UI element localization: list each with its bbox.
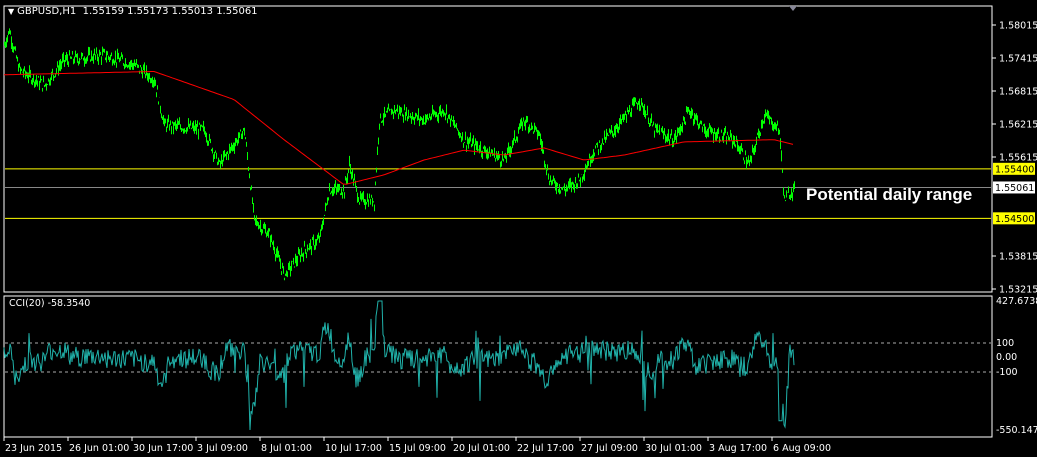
- price-tick-label: 1.56815: [999, 87, 1037, 98]
- chart-title: ▼ GBPUSD,H1 1.55159 1.55173 1.55013 1.550…: [8, 6, 258, 17]
- time-tick-label: 15 Jul 09:00: [389, 443, 446, 454]
- symbol-label: GBPUSD,H1: [17, 6, 77, 17]
- time-tick-label: 30 Jul 01:00: [645, 443, 702, 454]
- cci-label: CCI(20) -58.3540: [9, 298, 90, 309]
- dropdown-arrow-icon[interactable]: ▼: [8, 7, 14, 16]
- ohlc-values: 1.55159 1.55173 1.55013 1.55061: [82, 6, 258, 17]
- time-tick-label: 27 Jul 09:00: [581, 443, 638, 454]
- potential-daily-range-annotation: Potential daily range: [806, 185, 972, 204]
- current-price-label: 1.55061: [995, 183, 1034, 194]
- price-pane[interactable]: [3, 5, 993, 293]
- time-tick-label: 3 Jul 09:00: [197, 443, 248, 454]
- price-level-label: 1.54500: [995, 214, 1034, 225]
- time-tick-label: 3 Aug 17:00: [709, 443, 767, 454]
- price-tick-label: 1.58015: [999, 21, 1037, 32]
- cci-level-100-label: 100: [996, 338, 1014, 349]
- cci-level-0-label: 0.00: [996, 352, 1017, 363]
- chart-canvas[interactable]: 1.58015 1.57415 1.56815 1.56215 1.55615 1.538…: [0, 0, 1037, 457]
- time-tick-label: 30 Jun 17:00: [133, 443, 193, 454]
- price-tick-label: 1.57415: [999, 54, 1037, 65]
- price-tick-label: 1.56215: [999, 120, 1037, 131]
- price-tick-label: 1.55615: [999, 153, 1037, 164]
- time-tick-label: 10 Jul 17:00: [325, 443, 382, 454]
- time-tick-label: 22 Jul 17:00: [517, 443, 574, 454]
- time-tick-label: 26 Jun 01:00: [69, 443, 129, 454]
- cci-pane[interactable]: [3, 295, 993, 438]
- price-pane-frame: [3, 5, 993, 293]
- time-tick-label: 6 Aug 09:00: [773, 443, 831, 454]
- price-tick-label: 1.53215: [999, 285, 1037, 296]
- cci-max-label: 427.6738: [996, 296, 1037, 307]
- cci-level-minus-100-label: -100: [996, 367, 1018, 378]
- cci-min-label: -550.1471: [996, 425, 1037, 436]
- time-tick-label: 20 Jul 01:00: [453, 443, 510, 454]
- time-tick-label: 8 Jul 01:00: [261, 443, 312, 454]
- time-tick-label: 23 Jun 2015: [5, 443, 62, 454]
- price-level-label: 1.55400: [995, 164, 1034, 175]
- cci-pane-frame: [3, 295, 993, 438]
- price-tick-label: 1.53815: [999, 252, 1037, 263]
